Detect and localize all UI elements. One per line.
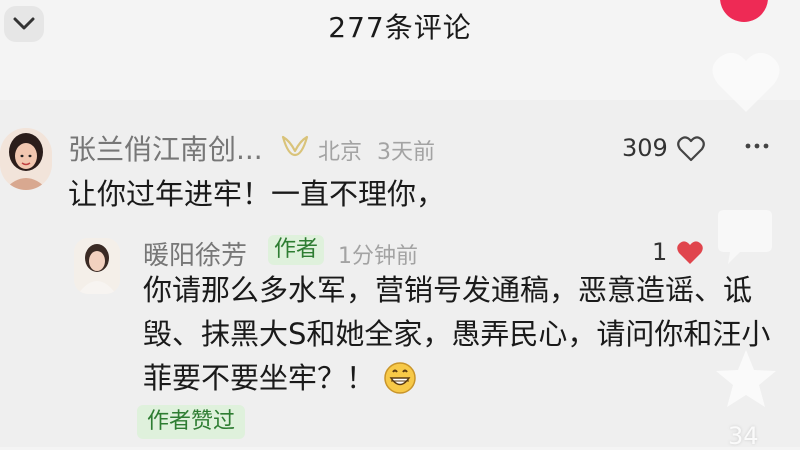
comment-location: 北京 bbox=[318, 140, 363, 165]
heart-filled-icon[interactable] bbox=[676, 240, 704, 266]
avatar[interactable] bbox=[0, 128, 52, 190]
commenter-name[interactable]: 张兰俏江南创... bbox=[68, 128, 263, 168]
avatar-portrait bbox=[74, 238, 120, 294]
heart-outline-icon[interactable] bbox=[677, 136, 705, 162]
comment-like-count: 309 bbox=[622, 134, 668, 162]
more-dots-icon[interactable] bbox=[744, 136, 770, 156]
avatar-portrait bbox=[0, 128, 52, 190]
author-liked-badge: 作者赞过 bbox=[137, 405, 246, 439]
comment-time: 3天前 bbox=[377, 140, 436, 165]
comment-icon[interactable] bbox=[712, 208, 778, 268]
grin-emoji-icon bbox=[384, 362, 416, 394]
comment-count-title: 277条评论 bbox=[328, 11, 472, 44]
comment-text: 让你过年进牢！一直不理你， bbox=[68, 177, 446, 211]
reply-time: 1分钟前 bbox=[338, 244, 418, 269]
reply-like-count: 1 bbox=[652, 238, 668, 266]
replier-name[interactable]: 暖阳徐芳 bbox=[143, 235, 247, 272]
avatar[interactable] bbox=[74, 238, 120, 294]
comment-meta: 北京 3天前 bbox=[318, 134, 435, 166]
like-icon[interactable] bbox=[708, 48, 784, 118]
star-icon[interactable] bbox=[714, 348, 778, 410]
share-count: 34 bbox=[728, 422, 759, 450]
comments-header: 277条评论 bbox=[0, 0, 800, 88]
reply-text: 你请那么多水军，营销号发通稿，恶意造谣、诋毁、抹黑大S和她全家，愚弄民心，请问你… bbox=[143, 268, 773, 400]
verified-badge-icon bbox=[281, 135, 309, 157]
reply-text-content: 你请那么多水军，营销号发通稿，恶意造谣、诋毁、抹黑大S和她全家，愚弄民心，请问你… bbox=[143, 273, 771, 395]
author-tag: 作者 bbox=[268, 235, 325, 265]
